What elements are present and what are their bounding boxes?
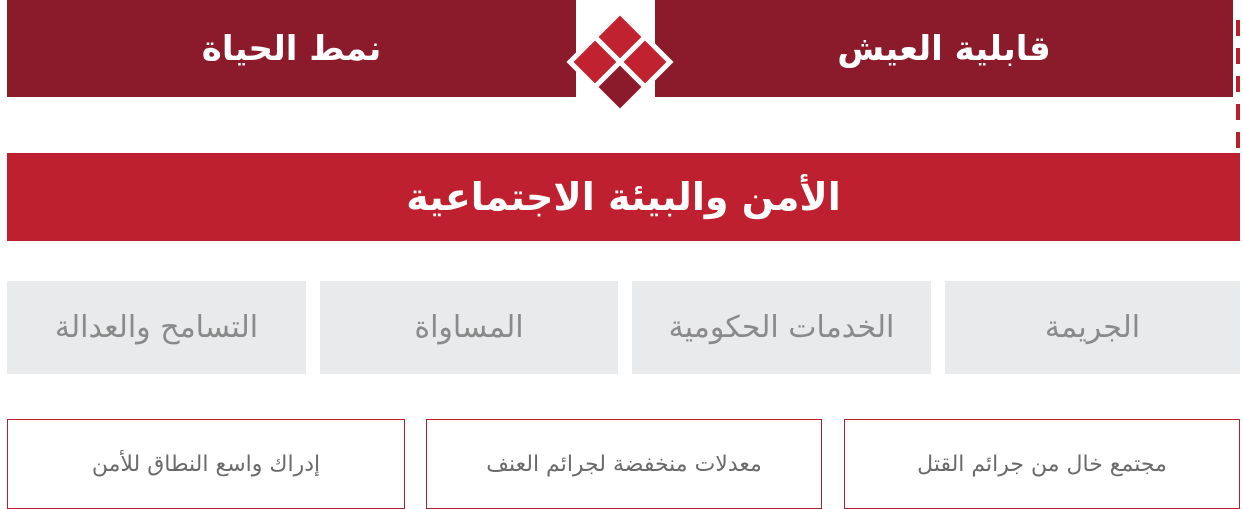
indicator-label: إدراك واسع النطاق للأمن [91,451,321,477]
tab-lifestyle[interactable]: نمط الحياة [7,0,576,97]
tab-government-services[interactable]: الخدمات الحكومية [632,281,931,374]
tab-label: المساواة [414,310,524,345]
indicator-label: مجتمع خال من جرائم القتل [917,451,1167,477]
tab-equality[interactable]: المساواة [320,281,618,374]
dashed-divider [1236,20,1240,150]
section-title: الأمن والبيئة الاجتماعية [406,175,841,219]
tab-label: التسامح والعدالة [54,310,259,345]
livability-title: قابلية العيش [837,28,1051,69]
lifestyle-title: نمط الحياة [201,28,382,69]
indicator-low-violent-crime: معدلات منخفضة لجرائم العنف [426,419,822,509]
diamond-logo-icon [566,8,674,116]
indicator-security-perception: إدراك واسع النطاق للأمن [7,419,405,509]
tab-label: الخدمات الحكومية [668,310,895,345]
tab-livability[interactable]: قابلية العيش [655,0,1233,97]
tab-crime[interactable]: الجريمة [945,281,1240,374]
section-title-bar: الأمن والبيئة الاجتماعية [7,153,1240,241]
indicator-homicide-free: مجتمع خال من جرائم القتل [844,419,1240,509]
tab-tolerance-justice[interactable]: التسامح والعدالة [7,281,306,374]
tab-label: الجريمة [1044,310,1141,345]
indicator-label: معدلات منخفضة لجرائم العنف [486,451,762,477]
